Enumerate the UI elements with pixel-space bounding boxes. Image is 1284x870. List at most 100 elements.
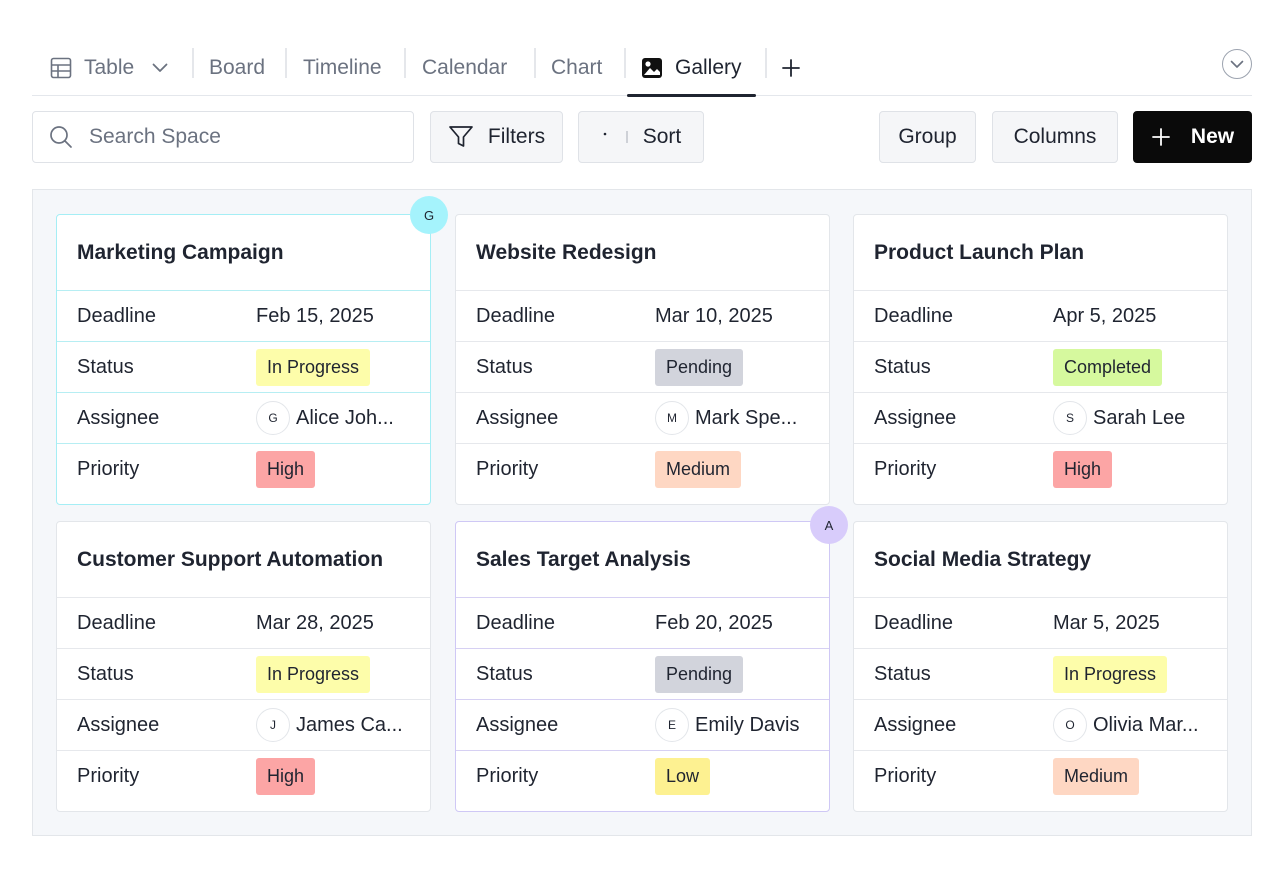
status-badge[interactable]: In Progress: [256, 655, 371, 693]
field-label: Priority: [874, 458, 937, 480]
priority-badge[interactable]: High: [256, 758, 316, 795]
tab-divider: [192, 48, 194, 78]
sort-button[interactable]: Sort: [578, 111, 704, 163]
assignee-value[interactable]: M Mark Spe...: [655, 401, 797, 435]
presence-avatar: G: [410, 196, 448, 234]
plus-icon: [1151, 127, 1171, 147]
card-title: Sales Target Analysis: [456, 522, 829, 598]
search-icon: [49, 125, 73, 149]
field-label: Deadline: [874, 611, 953, 634]
field-label: Assignee: [77, 406, 160, 429]
card-title: Product Launch Plan: [854, 215, 1227, 291]
priority-badge[interactable]: Medium: [655, 451, 742, 488]
assignee-name: Mark Spe...: [695, 406, 798, 429]
field-label: Status: [476, 355, 533, 378]
chevron-down-icon[interactable]: [152, 63, 168, 73]
assignee-name: Olivia Mar...: [1093, 713, 1199, 736]
status-badge[interactable]: Pending: [655, 348, 744, 386]
assignee-value[interactable]: E Emily Davis: [655, 708, 799, 742]
assignee-name: Emily Davis: [695, 713, 800, 736]
field-label: Status: [874, 662, 931, 685]
status-badge[interactable]: In Progress: [256, 348, 371, 386]
gallery-card[interactable]: Website Redesign Deadline Mar 10, 2025 S…: [455, 214, 830, 505]
gallery-card[interactable]: Marketing Campaign Deadline Feb 15, 2025…: [56, 214, 431, 505]
search-input[interactable]: [89, 125, 389, 149]
field-row-priority: Priority High: [57, 444, 430, 495]
tab-chart[interactable]: Chart: [537, 40, 616, 95]
deadline-value[interactable]: Mar 10, 2025: [655, 305, 773, 328]
avatar: O: [1053, 708, 1087, 742]
presence-avatar: A: [810, 506, 848, 544]
field-row-status: Status In Progress: [57, 342, 430, 393]
new-button[interactable]: New: [1133, 111, 1252, 163]
new-label: New: [1190, 125, 1235, 148]
card-title: Social Media Strategy: [854, 522, 1227, 598]
deadline-value[interactable]: Mar 28, 2025: [256, 612, 374, 635]
deadline-value[interactable]: Feb 15, 2025: [256, 305, 374, 328]
avatar: J: [256, 708, 290, 742]
filters-button[interactable]: Filters: [430, 111, 563, 163]
search-box: [32, 111, 414, 163]
columns-button[interactable]: Columns: [992, 111, 1118, 163]
field-row-status: Status In Progress: [854, 649, 1227, 700]
gallery-card[interactable]: Customer Support Automation Deadline Mar…: [56, 521, 431, 812]
field-row-priority: Priority High: [57, 751, 430, 802]
field-label: Deadline: [77, 304, 156, 327]
field-row-deadline: Deadline Mar 10, 2025: [456, 291, 829, 342]
assignee-name: James Ca...: [296, 713, 403, 736]
tab-table[interactable]: Table: [36, 40, 182, 95]
field-label: Assignee: [476, 713, 559, 736]
field-row-deadline: Deadline Feb 20, 2025: [456, 598, 829, 649]
assignee-name: Alice Joh...: [296, 406, 394, 429]
tab-divider: [534, 48, 536, 78]
gallery-card[interactable]: Social Media Strategy Deadline Mar 5, 20…: [853, 521, 1228, 812]
field-row-priority: Priority Medium: [456, 444, 829, 495]
field-row-priority: Priority Medium: [854, 751, 1227, 802]
add-view-button[interactable]: [780, 40, 802, 95]
field-label: Status: [77, 355, 134, 378]
assignee-value[interactable]: O Olivia Mar...: [1053, 708, 1199, 742]
image-icon: [641, 57, 663, 79]
field-label: Priority: [77, 765, 140, 787]
collapse-button[interactable]: [1222, 49, 1252, 79]
status-badge[interactable]: Pending: [655, 655, 744, 693]
priority-badge[interactable]: Medium: [1053, 758, 1140, 795]
priority-badge[interactable]: High: [1053, 451, 1113, 488]
priority-badge[interactable]: High: [256, 451, 316, 488]
tab-calendar[interactable]: Calendar: [408, 40, 521, 95]
tab-gallery[interactable]: Gallery: [627, 40, 756, 97]
assignee-value[interactable]: S Sarah Lee: [1053, 401, 1185, 435]
priority-badge[interactable]: Low: [655, 758, 711, 795]
filter-icon: [448, 125, 474, 149]
gallery-card[interactable]: Sales Target Analysis Deadline Feb 20, 2…: [455, 521, 830, 812]
assignee-value[interactable]: J James Ca...: [256, 708, 403, 742]
tab-divider: [765, 48, 767, 78]
columns-label: Columns: [1013, 125, 1097, 148]
filters-label: Filters: [487, 125, 546, 148]
tab-chart-label: Chart: [551, 55, 603, 79]
gallery-card[interactable]: Product Launch Plan Deadline Apr 5, 2025…: [853, 214, 1228, 505]
deadline-value[interactable]: Apr 5, 2025: [1053, 305, 1156, 328]
field-label: Deadline: [476, 304, 555, 327]
field-label: Priority: [476, 765, 539, 787]
group-button[interactable]: Group: [879, 111, 976, 163]
deadline-value[interactable]: Mar 5, 2025: [1053, 612, 1160, 635]
tab-divider: [404, 48, 406, 78]
avatar: E: [655, 708, 689, 742]
field-row-assignee: Assignee S Sarah Lee: [854, 393, 1227, 444]
field-label: Assignee: [874, 406, 957, 429]
assignee-name: Sarah Lee: [1093, 406, 1186, 429]
tab-board[interactable]: Board: [195, 40, 279, 95]
tab-divider: [285, 48, 287, 78]
tab-timeline[interactable]: Timeline: [289, 40, 396, 95]
status-badge[interactable]: Completed: [1053, 348, 1163, 386]
avatar: M: [655, 401, 689, 435]
field-label: Assignee: [77, 713, 160, 736]
deadline-value[interactable]: Feb 20, 2025: [655, 612, 773, 635]
tab-timeline-label: Timeline: [303, 55, 382, 79]
plus-icon: [780, 57, 802, 79]
assignee-value[interactable]: G Alice Joh...: [256, 401, 394, 435]
status-badge[interactable]: In Progress: [1053, 655, 1168, 693]
field-label: Deadline: [77, 611, 156, 634]
chevron-down-icon: [1230, 60, 1244, 69]
